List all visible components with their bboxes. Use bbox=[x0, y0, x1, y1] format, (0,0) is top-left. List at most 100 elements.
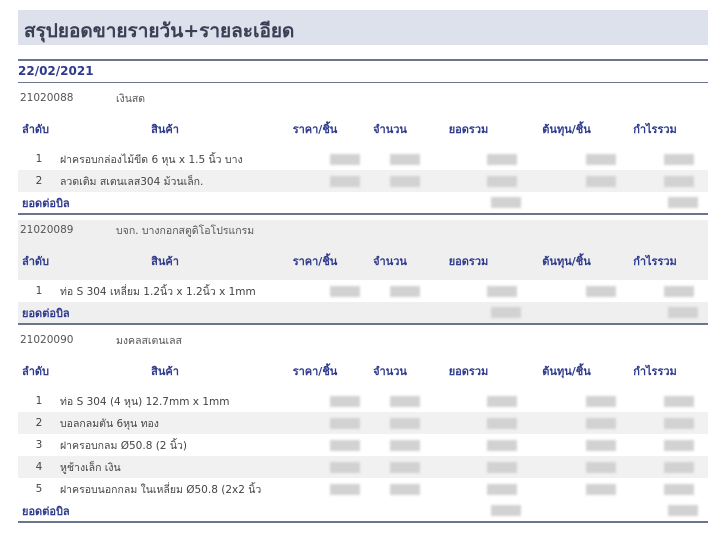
customer-name: มงคลสเตนเลส bbox=[116, 334, 182, 347]
redacted-value bbox=[586, 175, 616, 187]
customer-name: เงินสด bbox=[116, 92, 146, 105]
table-row: 4 หูช้างเล็ก เงิน bbox=[18, 456, 708, 478]
item-seq: 1 bbox=[35, 153, 43, 165]
item-product: ลวดเติม สเตนเลส304 ม้วนเล็ก. bbox=[60, 175, 204, 188]
redacted-value bbox=[390, 483, 420, 495]
column-header: จำนวน bbox=[373, 254, 407, 268]
column-header: สินค้า bbox=[151, 364, 179, 378]
redacted-value bbox=[664, 285, 694, 297]
redacted-value bbox=[330, 175, 360, 187]
column-header: ลำดับ bbox=[22, 254, 50, 268]
item-product: ท่อ S 304 (4 หุน) 12.7mm x 1mm bbox=[60, 395, 230, 408]
redacted-value bbox=[664, 461, 694, 473]
item-seq: 3 bbox=[35, 439, 43, 451]
redacted-value bbox=[664, 417, 694, 429]
redacted-value bbox=[491, 307, 521, 318]
item-seq: 2 bbox=[35, 417, 43, 429]
bill-section: 21020089 บจก. บางกอกสตูดิโอโปรแกรมลำดับ สิ… bbox=[18, 220, 708, 325]
column-header: ลำดับ bbox=[22, 364, 50, 378]
redacted-value bbox=[330, 417, 360, 429]
column-header: กำไรรวม bbox=[633, 254, 677, 268]
redacted-value bbox=[664, 153, 694, 165]
redacted-value bbox=[586, 483, 616, 495]
column-header: ลำดับ bbox=[22, 122, 50, 136]
redacted-value bbox=[487, 461, 517, 473]
bill-total-row: ยอดต่อบิล bbox=[18, 302, 708, 323]
divider bbox=[18, 82, 708, 83]
table-row: 2 ลวดเติม สเตนเลส304 ม้วนเล็ก. bbox=[18, 170, 708, 192]
column-header: ราคา/ชิ้น bbox=[292, 122, 338, 136]
column-header: ต้นทุน/ชิ้น bbox=[542, 254, 591, 268]
bill-header: 21020088 เงินสด bbox=[18, 88, 708, 108]
item-product: ฝาครอบนอกกลม ในเหลี่ยม Ø50.8 (2x2 นิ้ว bbox=[60, 483, 262, 496]
redacted-value bbox=[586, 285, 616, 297]
redacted-value bbox=[586, 153, 616, 165]
divider bbox=[18, 213, 708, 215]
column-header: ยอดรวม bbox=[448, 254, 489, 268]
column-header-row: ลำดับ สินค้า ราคา/ชิ้น จำนวน ยอดรวม ต้นทุน/ชิ… bbox=[18, 118, 708, 139]
column-header: สินค้า bbox=[151, 254, 179, 268]
column-header: จำนวน bbox=[373, 364, 407, 378]
table-row: 3 ฝาครอบกลม Ø50.8 (2 นิ้ว) bbox=[18, 434, 708, 456]
report-title-bar: สรุปยอดขายรายวัน+รายละเอียด bbox=[18, 10, 708, 45]
column-header: ราคา/ชิ้น bbox=[292, 254, 338, 268]
table-row: 2 บอลกลมตัน 6หุน ทอง bbox=[18, 412, 708, 434]
redacted-value bbox=[330, 461, 360, 473]
redacted-value bbox=[487, 395, 517, 407]
redacted-value bbox=[664, 439, 694, 451]
redacted-value bbox=[390, 439, 420, 451]
item-product: ฝาครอบกล่องไม้ขีด 6 หุน x 1.5 นิ้ว บาง bbox=[60, 153, 243, 166]
item-product: หูช้างเล็ก เงิน bbox=[60, 461, 121, 474]
redacted-value bbox=[390, 153, 420, 165]
redacted-value bbox=[330, 395, 360, 407]
redacted-value bbox=[586, 395, 616, 407]
redacted-value bbox=[586, 439, 616, 451]
column-header: สินค้า bbox=[151, 122, 179, 136]
item-product: บอลกลมตัน 6หุน ทอง bbox=[60, 417, 159, 430]
bill-number: 21020090 bbox=[20, 334, 74, 346]
item-seq: 1 bbox=[35, 285, 43, 297]
bill-number: 21020088 bbox=[20, 92, 74, 104]
bill-section: 21020090 มงคลสเตนเลสลำดับ สินค้า ราคา/ชิ้น จ… bbox=[18, 330, 708, 523]
bill-header: 21020089 บจก. บางกอกสตูดิโอโปรแกรม bbox=[18, 220, 708, 240]
redacted-value bbox=[491, 505, 521, 516]
redacted-value bbox=[487, 153, 517, 165]
column-header: กำไรรวม bbox=[633, 364, 677, 378]
divider bbox=[18, 521, 708, 523]
bill-total-label: ยอดต่อบิล bbox=[22, 196, 70, 210]
bill-total-label: ยอดต่อบิล bbox=[22, 306, 70, 320]
redacted-value bbox=[487, 417, 517, 429]
bill-number: 21020089 bbox=[20, 224, 74, 236]
redacted-value bbox=[390, 395, 420, 407]
item-seq: 2 bbox=[35, 175, 43, 187]
redacted-value bbox=[664, 483, 694, 495]
redacted-value bbox=[664, 175, 694, 187]
redacted-value bbox=[330, 285, 360, 297]
redacted-value bbox=[390, 175, 420, 187]
item-seq: 1 bbox=[35, 395, 43, 407]
column-header: ต้นทุน/ชิ้น bbox=[542, 364, 591, 378]
table-row: 5 ฝาครอบนอกกลม ในเหลี่ยม Ø50.8 (2x2 นิ้ว bbox=[18, 478, 708, 500]
redacted-value bbox=[668, 505, 698, 516]
bill-total-label: ยอดต่อบิล bbox=[22, 504, 70, 518]
redacted-value bbox=[487, 285, 517, 297]
report-date: 22/02/2021 bbox=[18, 64, 94, 78]
redacted-value bbox=[487, 439, 517, 451]
column-header: ต้นทุน/ชิ้น bbox=[542, 122, 591, 136]
redacted-value bbox=[668, 197, 698, 208]
redacted-value bbox=[487, 175, 517, 187]
redacted-value bbox=[330, 153, 360, 165]
redacted-value bbox=[330, 439, 360, 451]
bill-total-row: ยอดต่อบิล bbox=[18, 500, 708, 521]
redacted-value bbox=[664, 395, 694, 407]
table-row: 1 ท่อ S 304 (4 หุน) 12.7mm x 1mm bbox=[18, 390, 708, 412]
bill-section: 21020088 เงินสด ลำดับ สินค้า ราคา/ชิ้น จำนวนย… bbox=[18, 88, 708, 215]
column-header: ราคา/ชิ้น bbox=[292, 364, 338, 378]
bill-total-row: ยอดต่อบิล bbox=[18, 192, 708, 213]
redacted-value bbox=[390, 417, 420, 429]
item-seq: 4 bbox=[35, 461, 43, 473]
divider bbox=[18, 323, 708, 325]
redacted-value bbox=[491, 197, 521, 208]
column-header: กำไรรวม bbox=[633, 122, 677, 136]
redacted-value bbox=[487, 483, 517, 495]
